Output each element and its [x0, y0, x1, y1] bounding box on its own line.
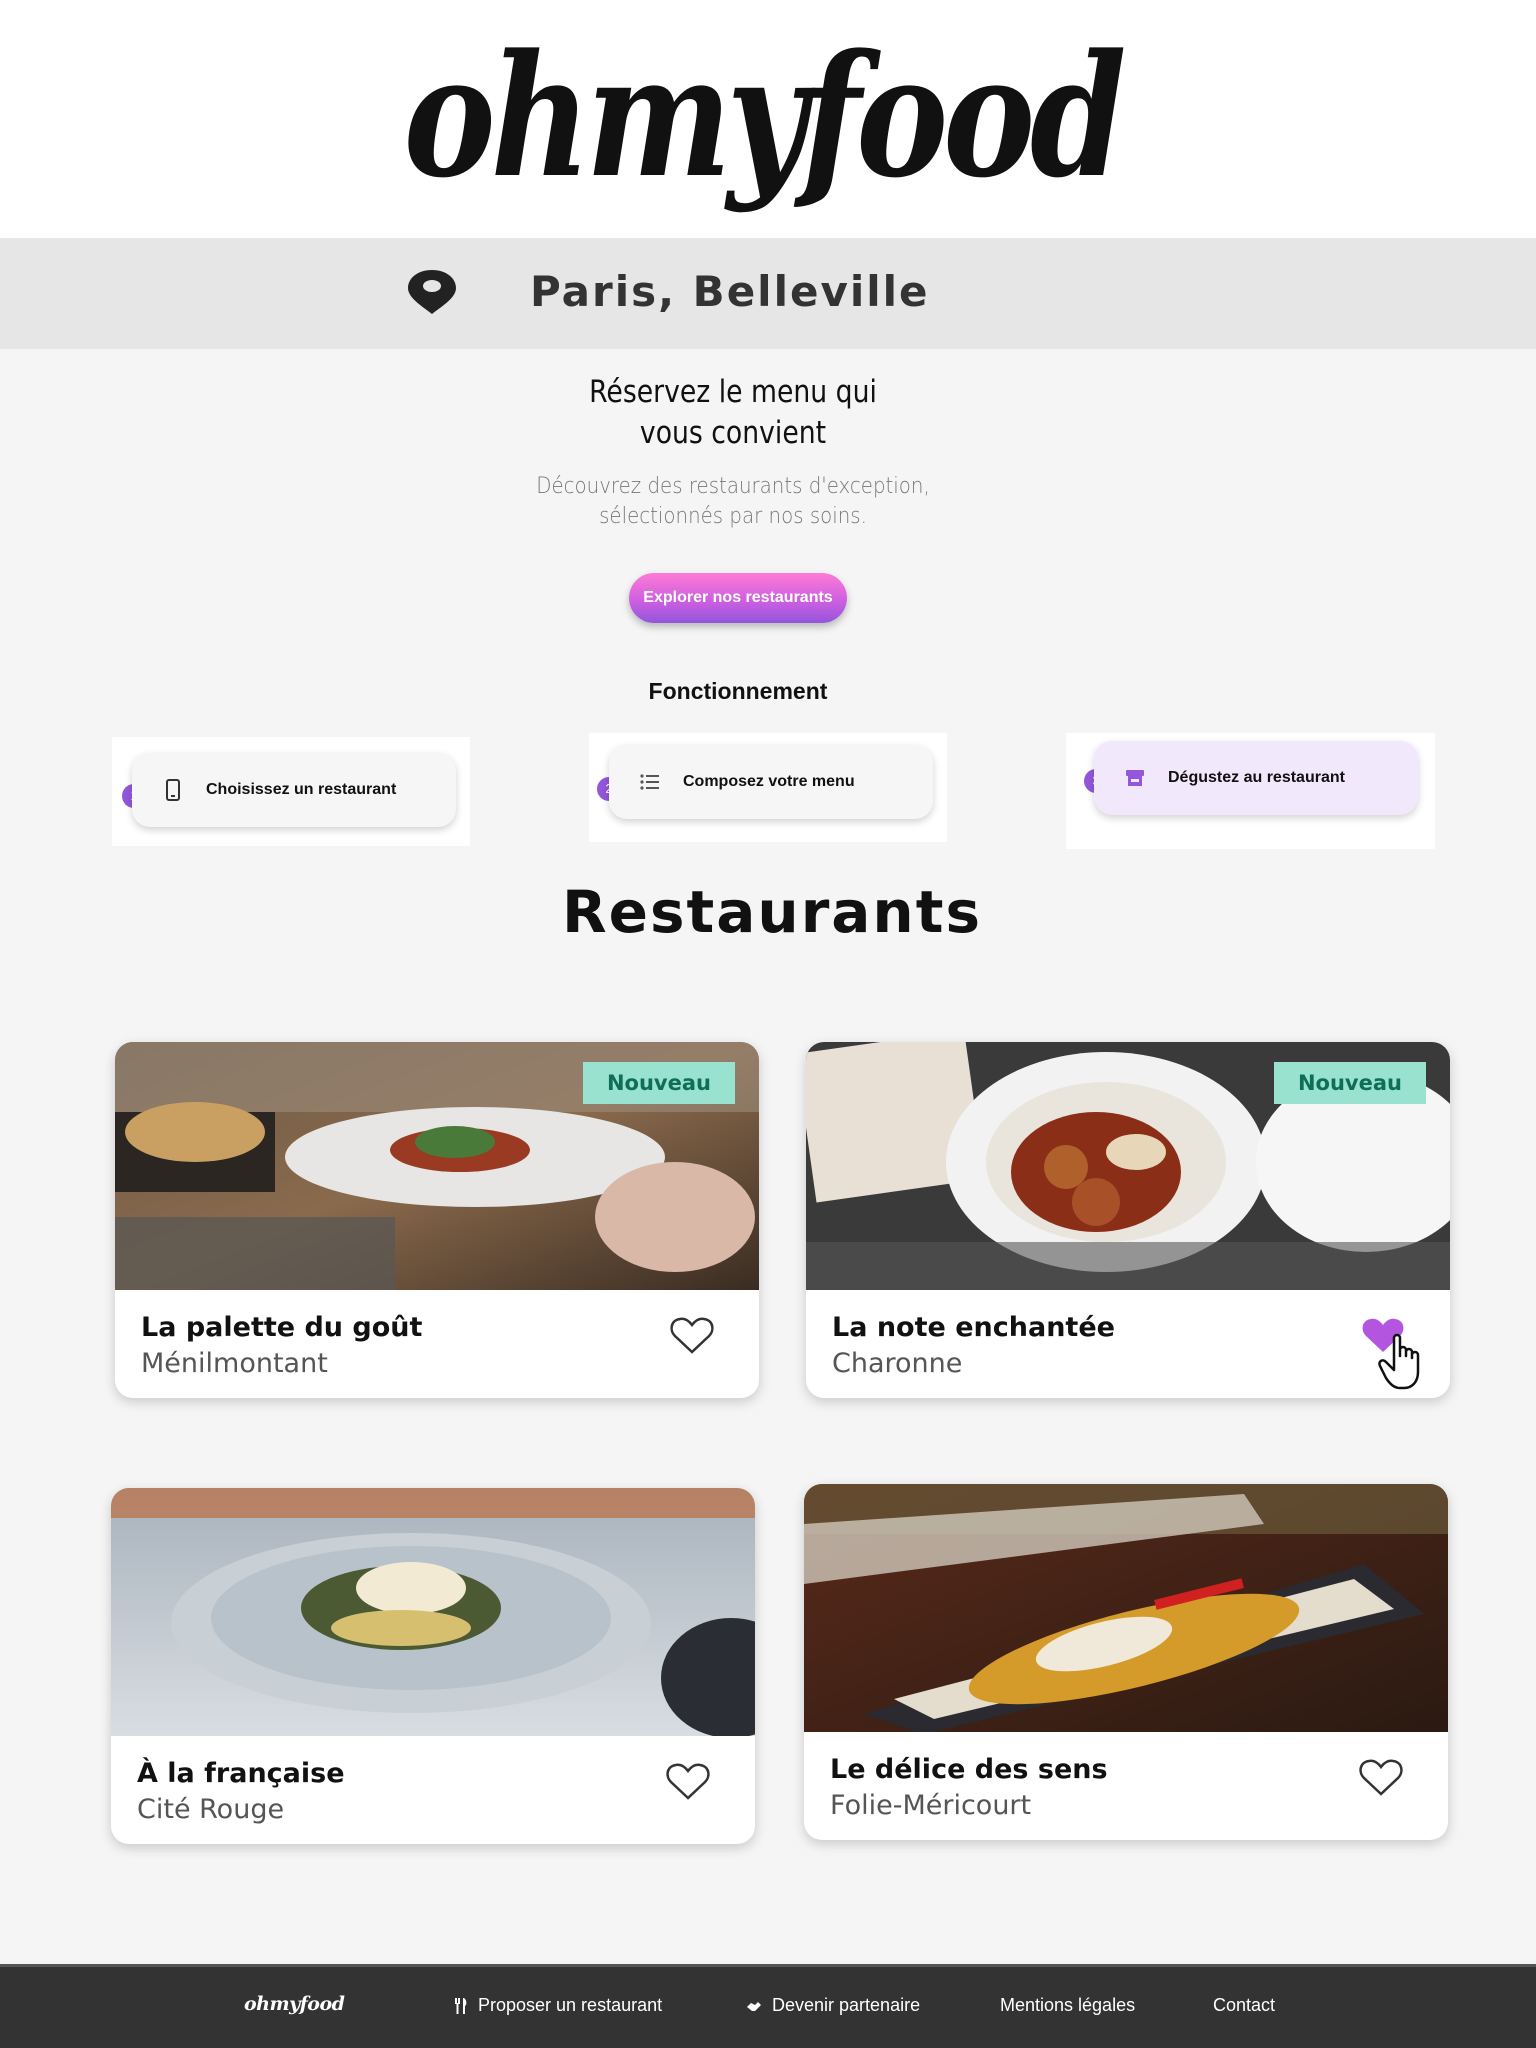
hero-subtitle-line: sélectionnés par nos soins. — [599, 504, 867, 529]
restaurant-photo — [804, 1484, 1448, 1732]
restaurant-photo — [111, 1488, 755, 1736]
restaurants-title: Restaurants — [562, 878, 982, 946]
smartphone-icon — [166, 779, 180, 801]
restaurant-name: À la française — [137, 1758, 345, 1789]
step-container: 2 Composez votre menu — [589, 733, 947, 842]
how-it-works-title: Fonctionnement — [648, 678, 828, 704]
handshake-icon — [747, 2001, 761, 2011]
footer-link-label: Contact — [1213, 1995, 1276, 2015]
propose-restaurant-link[interactable]: Proposer un restaurant — [454, 1995, 662, 2016]
restaurant-name: La note enchantée — [832, 1312, 1115, 1343]
heart-icon[interactable] — [665, 1760, 711, 1802]
hero-title-line: vous convient — [639, 415, 827, 451]
footer-link-label: Proposer un restaurant — [478, 1995, 663, 2015]
hero-title-line: Réservez le menu qui — [589, 374, 877, 410]
header: ohmyfood — [0, 0, 1536, 238]
footer-link-label: Mentions légales — [1000, 1995, 1136, 2015]
utensils-icon — [455, 1997, 467, 2014]
explore-restaurants-button[interactable]: Explorer nos restaurants — [629, 573, 847, 623]
step-label: Choisissez un restaurant — [206, 781, 397, 798]
new-badge: Nouveau — [583, 1062, 735, 1104]
restaurant-card[interactable]: Le délice des sens Folie-Méricourt — [804, 1484, 1448, 1840]
footer: ohmyfood Proposer un restaurant Devenir … — [0, 1964, 1536, 2048]
logo[interactable]: ohmyfood — [133, 0, 1393, 232]
legal-mentions-link[interactable]: Mentions légales — [1000, 1995, 1135, 2016]
hero-subtitle: Découvrez des restaurants d'exception, s… — [495, 472, 972, 532]
step-label: Composez votre menu — [683, 773, 855, 790]
become-partner-link[interactable]: Devenir partenaire — [746, 1995, 920, 2016]
restaurant-card[interactable]: Nouveau La note enchantée Charonne — [806, 1042, 1450, 1398]
step-container: 3 Dégustez au restaurant — [1066, 733, 1435, 849]
footer-logo[interactable]: ohmyfood — [244, 1993, 345, 2015]
hand-cursor-icon — [1378, 1333, 1420, 1390]
step-card-3[interactable]: Dégustez au restaurant — [1094, 741, 1418, 815]
store-icon — [1126, 770, 1144, 786]
step-label: Dégustez au restaurant — [1168, 769, 1345, 786]
heart-icon[interactable] — [1358, 1756, 1404, 1798]
new-badge: Nouveau — [1274, 1062, 1426, 1104]
restaurant-name: La palette du goût — [141, 1312, 423, 1343]
step-card-2[interactable]: Composez votre menu — [609, 745, 933, 819]
hero-title: Réservez le menu qui vous convient — [505, 372, 961, 454]
step-container: 1 Choisissez un restaurant — [112, 737, 470, 846]
restaurant-area: Folie-Méricourt — [830, 1790, 1032, 1821]
restaurant-name: Le délice des sens — [830, 1754, 1108, 1785]
hero-subtitle-line: Découvrez des restaurants d'exception, — [536, 474, 930, 499]
step-card-1[interactable]: Choisissez un restaurant — [132, 753, 456, 827]
restaurant-card[interactable]: Nouveau La palette du goût Ménilmontant — [115, 1042, 759, 1398]
restaurant-card[interactable]: À la française Cité Rouge — [111, 1488, 755, 1844]
contact-link[interactable]: Contact — [1213, 1995, 1275, 2016]
location-text: Paris, Belleville — [530, 267, 930, 316]
restaurant-area: Cité Rouge — [137, 1794, 285, 1825]
location-pin-icon — [408, 270, 456, 314]
heart-icon[interactable] — [669, 1314, 715, 1356]
location-bar: Paris, Belleville — [0, 238, 1536, 349]
footer-link-label: Devenir partenaire — [772, 1995, 921, 2015]
restaurant-area: Charonne — [832, 1348, 963, 1379]
restaurant-area: Ménilmontant — [141, 1348, 328, 1379]
list-icon — [640, 774, 659, 790]
